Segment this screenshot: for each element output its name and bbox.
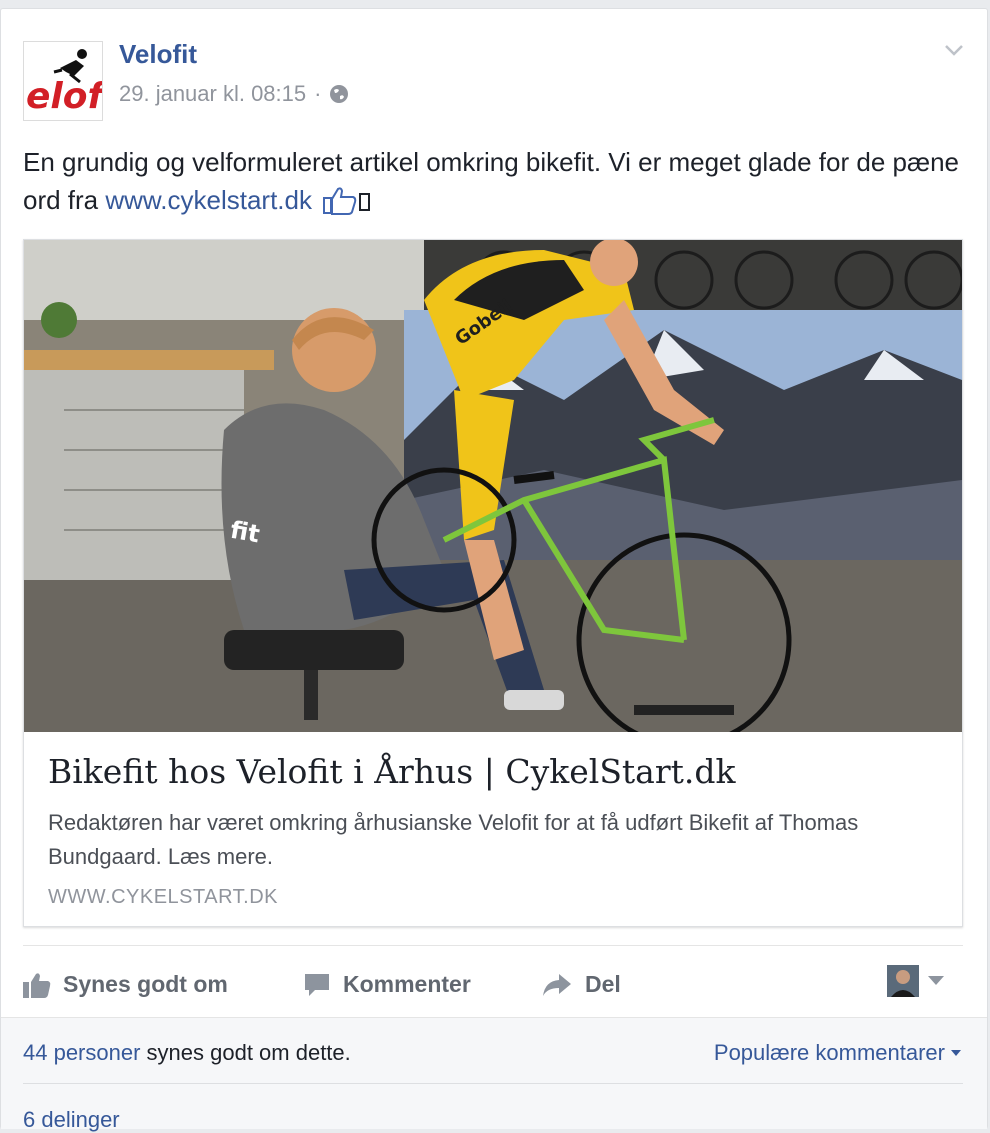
thumbs-up-emoticon-icon bbox=[323, 187, 357, 215]
actions-divider bbox=[23, 945, 963, 946]
share-label: Del bbox=[585, 971, 621, 997]
like-button[interactable]: Synes godt om bbox=[23, 971, 228, 998]
comment-bubble-icon bbox=[305, 973, 329, 996]
thumbs-up-icon bbox=[23, 972, 51, 998]
link-preview-card[interactable]: fit Gobeil Bikefit hos Velofit i Århus |… bbox=[23, 239, 963, 927]
post-as-selector[interactable] bbox=[887, 965, 945, 997]
post-meta: 29. januar kl. 08:15 · bbox=[119, 81, 349, 107]
globe-icon[interactable] bbox=[329, 84, 349, 104]
page-avatar[interactable]: elofit bbox=[23, 41, 103, 121]
hoodie-text: fit bbox=[228, 516, 262, 549]
logo-text: elofit bbox=[26, 76, 102, 117]
chevron-down-icon[interactable] bbox=[943, 39, 965, 61]
link-preview-image[interactable]: fit Gobeil bbox=[24, 240, 962, 732]
link-preview-description: Redaktøren har været omkring århusianske… bbox=[48, 810, 859, 869]
share-button[interactable]: Del bbox=[541, 971, 621, 998]
comment-label: Kommenter bbox=[343, 971, 471, 997]
sort-caret-icon bbox=[951, 1050, 961, 1056]
likes-count-link[interactable]: 44 personer bbox=[23, 1040, 140, 1065]
post-text-link[interactable]: www.cykelstart.dk bbox=[105, 185, 312, 215]
velofit-logo-icon: elofit bbox=[24, 42, 102, 120]
likes-summary: 44 personer synes godt om dette. bbox=[23, 1040, 351, 1066]
unsupported-glyph-box bbox=[359, 193, 371, 211]
comment-button[interactable]: Kommenter bbox=[303, 971, 471, 998]
page-name-link[interactable]: Velofit bbox=[119, 39, 197, 70]
post-timestamp[interactable]: 29. januar kl. 08:15 bbox=[119, 81, 306, 107]
post-card: elofit Velofit 29. januar kl. 08:15 · En… bbox=[0, 8, 988, 1132]
feedback-divider bbox=[23, 1083, 963, 1084]
action-bar: Synes godt om Kommenter Del bbox=[23, 957, 963, 1015]
comment-sort-label: Populære kommentarer bbox=[713, 1040, 945, 1065]
caret-down-icon bbox=[928, 976, 944, 985]
likes-suffix: synes godt om dette. bbox=[140, 1040, 351, 1065]
shares-count-link[interactable]: 6 delinger bbox=[23, 1107, 120, 1133]
like-label: Synes godt om bbox=[63, 971, 228, 997]
share-arrow-icon bbox=[543, 973, 571, 996]
comment-sort-dropdown[interactable]: Populære kommentarer bbox=[714, 1040, 961, 1066]
feedback-section: 44 personer synes godt om dette. Populær… bbox=[1, 1017, 987, 1132]
bikefit-photo-illustration: fit Gobeil bbox=[24, 240, 962, 732]
link-preview-domain: WWW.CYKELSTART.DK bbox=[48, 886, 279, 908]
meta-separator: · bbox=[314, 81, 322, 106]
link-preview-title[interactable]: Bikefit hos Velofit i Århus | CykelStart… bbox=[48, 752, 736, 791]
user-avatar bbox=[887, 965, 919, 997]
post-text: En grundig og velformuleret artikel omkr… bbox=[23, 143, 963, 219]
